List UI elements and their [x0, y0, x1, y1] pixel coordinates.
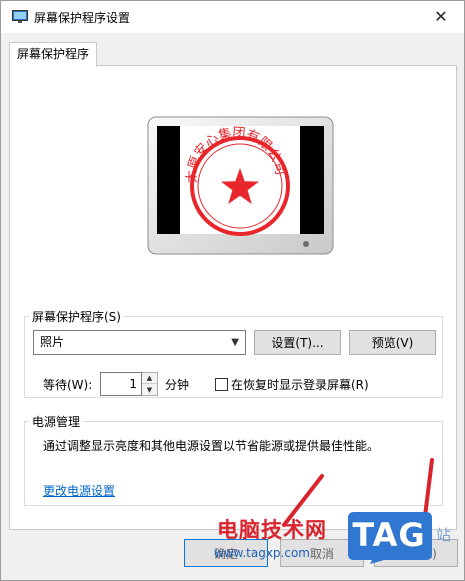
watermark-tag: TAG — [352, 516, 426, 554]
tab-panel: 太原安心集团有限公司 屏幕保护程序(S) 照片 ▼ 设置(T)... 预览(V)… — [9, 65, 457, 530]
resume-login-checkbox[interactable] — [215, 378, 228, 391]
power-group-label: 电源管理 — [32, 415, 81, 429]
preview-button[interactable]: 预览(V) — [349, 330, 436, 355]
close-icon: ✕ — [434, 7, 448, 26]
spin-down-icon[interactable]: ▼ — [142, 384, 157, 395]
watermark-url: www.tagxp.com — [214, 546, 310, 560]
power-description: 通过调整显示亮度和其他电源设置以节省能源或提供最佳性能。 — [43, 439, 380, 453]
screensaver-app-icon — [12, 10, 28, 23]
screensaver-preview-monitor: 太原安心集团有限公司 — [147, 116, 334, 256]
wait-minutes-input[interactable]: 1 — [100, 372, 142, 396]
wait-spinner[interactable]: ▲ ▼ — [142, 372, 158, 396]
title-bar: 屏幕保护程序设置 ✕ — [1, 1, 464, 33]
screensaver-group-label: 屏幕保护程序(S) — [32, 310, 121, 324]
wait-label: 等待(W): — [43, 378, 93, 392]
window-title: 屏幕保护程序设置 — [34, 11, 131, 25]
settings-button[interactable]: 设置(T)... — [254, 330, 341, 355]
spin-up-icon[interactable]: ▲ — [142, 373, 157, 384]
screensaver-select[interactable]: 照片 ▼ — [33, 330, 246, 355]
tab-screensaver[interactable]: 屏幕保护程序 — [9, 42, 97, 67]
resume-login-label[interactable]: 在恢复时显示登录屏幕(R) — [231, 376, 369, 393]
watermark-site-name: 电脑技术网 — [217, 518, 327, 542]
screensaver-settings-window: 屏幕保护程序设置 ✕ 屏幕保护程序 太原安心集团有限公司 屏幕保护程序(S) 照… — [0, 0, 465, 581]
change-power-settings-link[interactable]: 更改电源设置 — [43, 482, 115, 499]
watermark-corner-text: 站 — [436, 526, 452, 544]
screensaver-selected-value: 照片 — [40, 335, 65, 349]
close-button[interactable]: ✕ — [418, 1, 464, 32]
chevron-down-icon: ▼ — [231, 337, 239, 348]
minutes-label: 分钟 — [165, 378, 190, 392]
